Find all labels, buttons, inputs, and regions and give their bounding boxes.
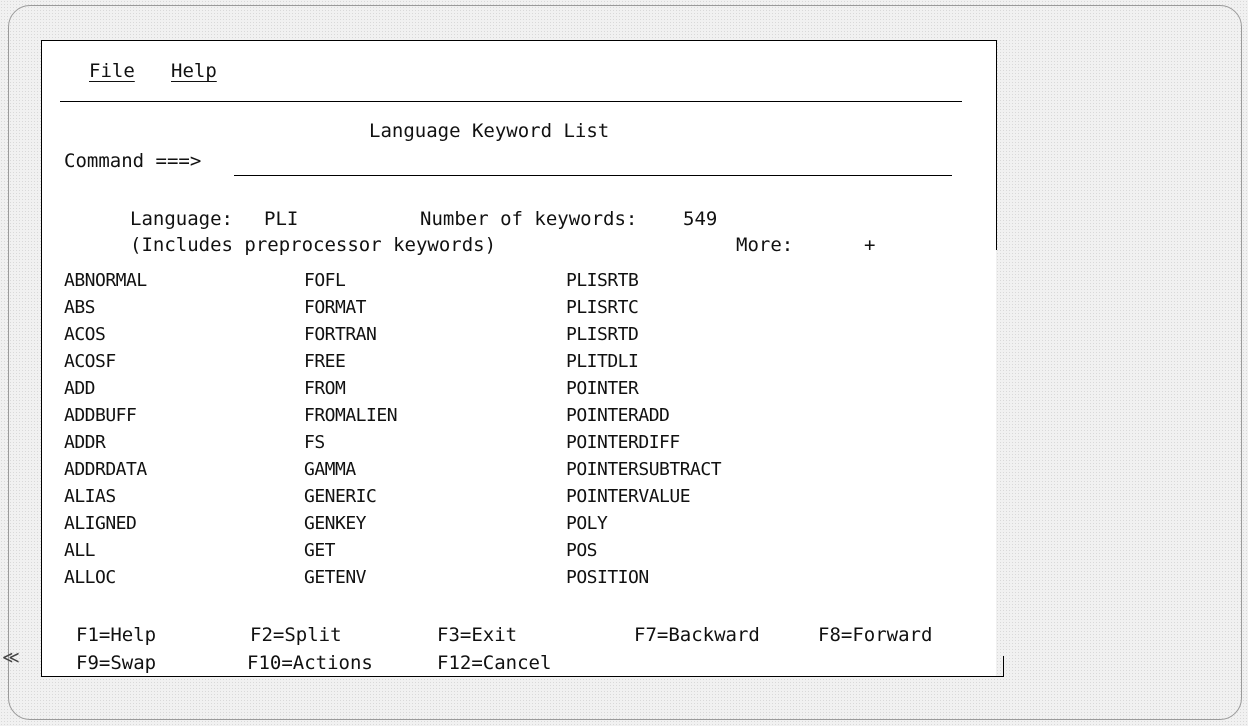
screen-bottom-border bbox=[41, 676, 1004, 677]
keyword-item: ALIGNED bbox=[64, 513, 137, 534]
panel-title: Language Keyword List bbox=[369, 120, 610, 142]
keyword-item: POINTER bbox=[566, 378, 639, 399]
keyword-item: FROM bbox=[304, 378, 346, 399]
more-label: More: bbox=[736, 234, 794, 256]
keyword-item: POINTERVALUE bbox=[566, 486, 691, 507]
keyword-item: FORTRAN bbox=[304, 324, 377, 345]
command-label: Command ===> bbox=[64, 150, 202, 172]
keyword-item: FROMALIEN bbox=[304, 405, 398, 426]
action-bar-separator bbox=[60, 101, 962, 102]
keyword-item: PLISRTD bbox=[566, 324, 639, 345]
keyword-item: FORMAT bbox=[304, 297, 367, 318]
keyword-count-value: 549 bbox=[683, 208, 718, 230]
f2-split-key[interactable]: F2=Split bbox=[250, 624, 342, 646]
f9-swap-key[interactable]: F9=Swap bbox=[76, 652, 156, 674]
keyword-item: POINTERSUBTRACT bbox=[566, 459, 722, 480]
language-label: Language: bbox=[130, 208, 233, 230]
f10-actions-key[interactable]: F10=Actions bbox=[247, 652, 373, 674]
screen-left-border bbox=[41, 40, 42, 677]
command-underline bbox=[234, 175, 952, 176]
keyword-item: PLISRTC bbox=[566, 297, 639, 318]
command-input[interactable] bbox=[236, 152, 950, 174]
keyword-item: ALL bbox=[64, 540, 96, 561]
keyword-item: GETENV bbox=[304, 567, 367, 588]
screen-right-border bbox=[996, 40, 997, 250]
keyword-item: GENERIC bbox=[304, 486, 377, 507]
keyword-item: FREE bbox=[304, 351, 346, 372]
more-indicator: + bbox=[864, 234, 876, 256]
keyword-item: GAMMA bbox=[304, 459, 356, 480]
f1-help-key[interactable]: F1=Help bbox=[76, 624, 156, 646]
keyword-item: GET bbox=[304, 540, 336, 561]
screen-top-border bbox=[41, 40, 997, 41]
language-value: PLI bbox=[264, 208, 299, 230]
keyword-item: ADDR bbox=[64, 432, 106, 453]
keyword-item: ADDRDATA bbox=[64, 459, 147, 480]
preprocessor-note: (Includes preprocessor keywords) bbox=[130, 234, 497, 256]
menu-help[interactable]: Help bbox=[171, 60, 217, 82]
keyword-item: ABS bbox=[64, 297, 96, 318]
keyword-item: ACOS bbox=[64, 324, 106, 345]
keyword-item: ADD bbox=[64, 378, 96, 399]
keyword-item: POINTERADD bbox=[566, 405, 670, 426]
keyword-item: PLITDLI bbox=[566, 351, 639, 372]
scroll-left-icon[interactable]: ≪ bbox=[2, 648, 20, 668]
keyword-item: POSITION bbox=[566, 567, 649, 588]
f8-forward-key[interactable]: F8=Forward bbox=[818, 624, 932, 646]
keyword-item: ACOSF bbox=[64, 351, 116, 372]
menu-file[interactable]: File bbox=[89, 60, 135, 82]
keyword-item: POINTERDIFF bbox=[566, 432, 680, 453]
keyword-item: ADDBUFF bbox=[64, 405, 137, 426]
screen-corner-tick bbox=[1003, 656, 1004, 677]
keyword-item: GENKEY bbox=[304, 513, 367, 534]
f12-cancel-key[interactable]: F12=Cancel bbox=[437, 652, 551, 674]
keyword-item: PLISRTB bbox=[566, 270, 639, 291]
keyword-item: ABNORMAL bbox=[64, 270, 147, 291]
keyword-item: FS bbox=[304, 432, 325, 453]
keyword-item: POLY bbox=[566, 513, 608, 534]
keyword-count-label: Number of keywords: bbox=[420, 208, 638, 230]
keyword-item: POS bbox=[566, 540, 598, 561]
keyword-item: FOFL bbox=[304, 270, 346, 291]
keyword-item: ALLOC bbox=[64, 567, 116, 588]
f3-exit-key[interactable]: F3=Exit bbox=[437, 624, 517, 646]
keyword-item: ALIAS bbox=[64, 486, 116, 507]
f7-backward-key[interactable]: F7=Backward bbox=[634, 624, 760, 646]
